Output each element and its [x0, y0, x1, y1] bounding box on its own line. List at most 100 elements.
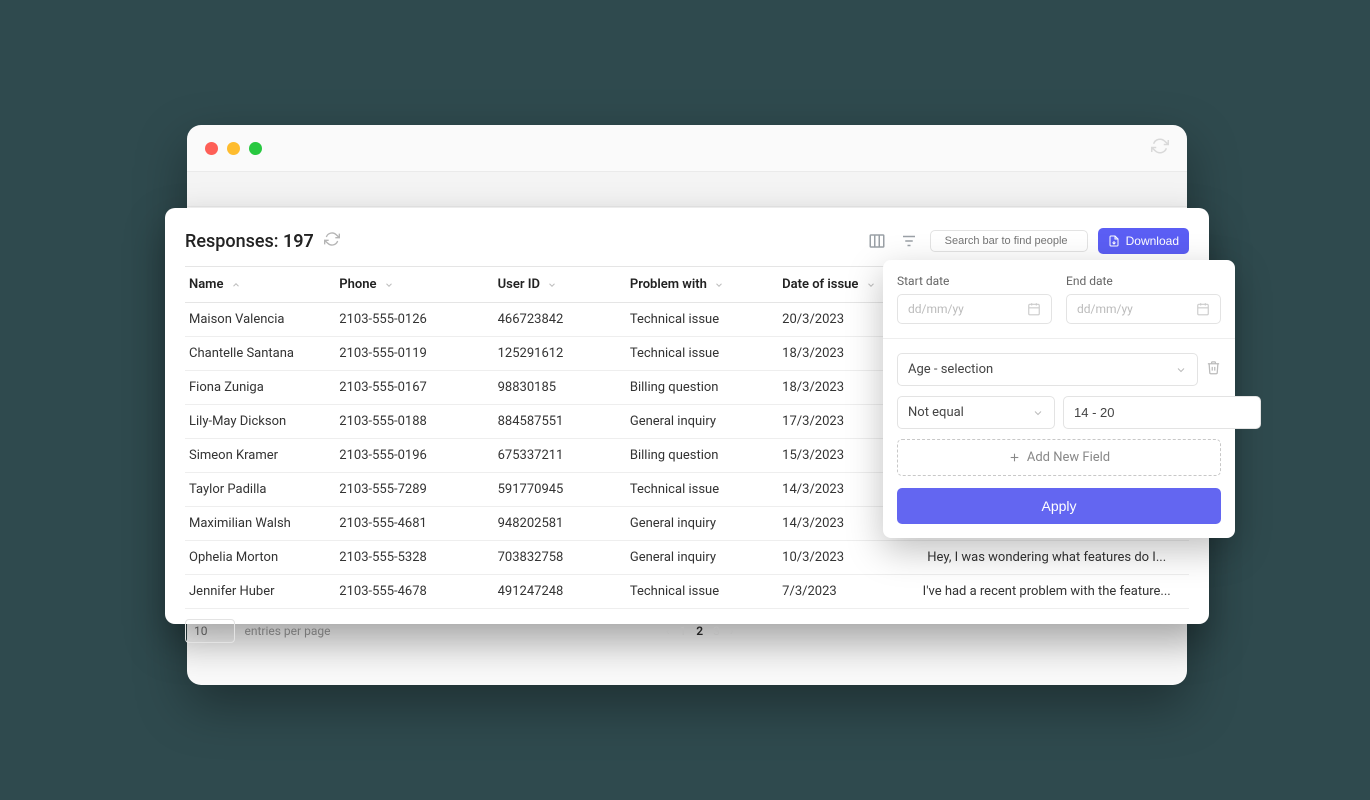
- cell-phone: 2103-555-0188: [335, 405, 493, 439]
- search-input-wrap[interactable]: [930, 230, 1088, 252]
- cell-user_id: 591770945: [494, 473, 626, 507]
- filter-field-select[interactable]: Age - selection: [897, 353, 1198, 386]
- table-row[interactable]: Jennifer Huber2103-555-4678491247248Tech…: [185, 575, 1189, 609]
- col-header-name[interactable]: Name: [185, 267, 335, 303]
- cell-name: Chantelle Santana: [185, 337, 335, 371]
- chevron-down-icon: [714, 280, 724, 290]
- chevron-down-icon: [384, 280, 394, 290]
- pager-page-2[interactable]: 2: [696, 624, 703, 638]
- search-input[interactable]: [945, 235, 1087, 247]
- filter-operator-select[interactable]: Not equal: [897, 396, 1055, 429]
- responses-title-prefix: Responses:: [185, 231, 279, 252]
- cell-problem: Technical issue: [626, 337, 778, 371]
- cell-name: Simeon Kramer: [185, 439, 335, 473]
- end-date-input[interactable]: dd/mm/yy: [1066, 294, 1221, 324]
- start-date-placeholder: dd/mm/yy: [908, 302, 964, 316]
- columns-icon[interactable]: [866, 230, 888, 252]
- refresh-icon[interactable]: [324, 231, 340, 251]
- chevron-down-icon: [547, 280, 557, 290]
- filter-field-value: Age - selection: [908, 362, 993, 377]
- pager-page-3[interactable]: 3: [713, 624, 720, 638]
- cell-user_id: 98830185: [494, 371, 626, 405]
- add-new-field-button[interactable]: Add New Field: [897, 439, 1221, 476]
- window-titlebar: [187, 125, 1187, 171]
- chevron-down-icon: [866, 280, 876, 290]
- download-icon: [1108, 235, 1120, 247]
- cell-phone: 2103-555-7289: [335, 473, 493, 507]
- cell-problem: Technical issue: [626, 303, 778, 337]
- col-header-phone[interactable]: Phone: [335, 267, 493, 303]
- cell-date: 10/3/2023: [778, 541, 908, 575]
- cell-user_id: 703832758: [494, 541, 626, 575]
- pager: ‹ 123 ›: [666, 624, 734, 638]
- filter-panel: Start date dd/mm/yy End date dd/mm/yy Ag…: [883, 260, 1235, 538]
- table-row[interactable]: Ophelia Morton2103-555-5328703832758Gene…: [185, 541, 1189, 575]
- cell-problem: General inquiry: [626, 507, 778, 541]
- minimize-window-dot[interactable]: [227, 142, 240, 155]
- cell-name: Taylor Padilla: [185, 473, 335, 507]
- cell-name: Maximilian Walsh: [185, 507, 335, 541]
- chevron-down-icon: [1175, 364, 1187, 376]
- col-header-userid[interactable]: User ID: [494, 267, 626, 303]
- cell-name: Maison Valencia: [185, 303, 335, 337]
- cell-user_id: 466723842: [494, 303, 626, 337]
- page-size-value: 10: [194, 624, 208, 638]
- cell-problem: Technical issue: [626, 575, 778, 609]
- cell-name: Ophelia Morton: [185, 541, 335, 575]
- calendar-icon: [1027, 302, 1041, 316]
- cell-problem: General inquiry: [626, 541, 778, 575]
- cell-name: Jennifer Huber: [185, 575, 335, 609]
- chevron-down-icon: [1032, 407, 1044, 419]
- end-date-label: End date: [1066, 274, 1221, 288]
- cell-phone: 2103-555-0119: [335, 337, 493, 371]
- cell-user_id: 675337211: [494, 439, 626, 473]
- page-size-select[interactable]: 10: [185, 619, 235, 643]
- chevron-up-icon: [231, 280, 241, 290]
- cell-phone: 2103-555-0167: [335, 371, 493, 405]
- pager-prev[interactable]: ‹: [666, 624, 670, 638]
- cell-problem: Billing question: [626, 371, 778, 405]
- cell-date: 7/3/2023: [778, 575, 908, 609]
- cell-message: I've had a recent problem with the featu…: [908, 575, 1189, 609]
- panel-header: Responses: 197 Download: [185, 228, 1189, 254]
- cell-user_id: 125291612: [494, 337, 626, 371]
- cell-user_id: 884587551: [494, 405, 626, 439]
- window-sync-icon: [1151, 137, 1169, 159]
- cell-phone: 2103-555-0126: [335, 303, 493, 337]
- filter-value-input[interactable]: [1063, 396, 1261, 429]
- add-field-label: Add New Field: [1027, 450, 1110, 465]
- header-actions: Download: [866, 228, 1189, 254]
- apply-label: Apply: [1041, 498, 1076, 514]
- cell-phone: 2103-555-0196: [335, 439, 493, 473]
- responses-title: Responses: 197: [185, 231, 314, 252]
- delete-filter-icon[interactable]: [1206, 360, 1221, 379]
- close-window-dot[interactable]: [205, 142, 218, 155]
- apply-button[interactable]: Apply: [897, 488, 1221, 524]
- chevron-down-icon: [216, 626, 226, 636]
- end-date-placeholder: dd/mm/yy: [1077, 302, 1133, 316]
- cell-name: Lily-May Dickson: [185, 405, 335, 439]
- responses-count: 197: [283, 231, 314, 252]
- pager-next[interactable]: ›: [730, 624, 734, 638]
- entries-per-page-label: entries per page: [245, 624, 331, 638]
- start-date-input[interactable]: dd/mm/yy: [897, 294, 1052, 324]
- pagination-row: 10 entries per page ‹ 123 ›: [185, 619, 1189, 643]
- cell-phone: 2103-555-5328: [335, 541, 493, 575]
- download-button[interactable]: Download: [1098, 228, 1189, 254]
- cell-problem: General inquiry: [626, 405, 778, 439]
- pager-page-1[interactable]: 1: [680, 624, 687, 638]
- plus-icon: [1008, 451, 1021, 464]
- cell-message: Hey, I was wondering what features do I.…: [908, 541, 1189, 575]
- browser-toolbar: [187, 171, 1187, 207]
- maximize-window-dot[interactable]: [249, 142, 262, 155]
- cell-user_id: 948202581: [494, 507, 626, 541]
- col-header-problem[interactable]: Problem with: [626, 267, 778, 303]
- cell-name: Fiona Zuniga: [185, 371, 335, 405]
- start-date-label: Start date: [897, 274, 1052, 288]
- cell-problem: Billing question: [626, 439, 778, 473]
- cell-phone: 2103-555-4678: [335, 575, 493, 609]
- calendar-icon: [1196, 302, 1210, 316]
- filter-icon[interactable]: [898, 230, 920, 252]
- cell-user_id: 491247248: [494, 575, 626, 609]
- download-label: Download: [1126, 234, 1179, 248]
